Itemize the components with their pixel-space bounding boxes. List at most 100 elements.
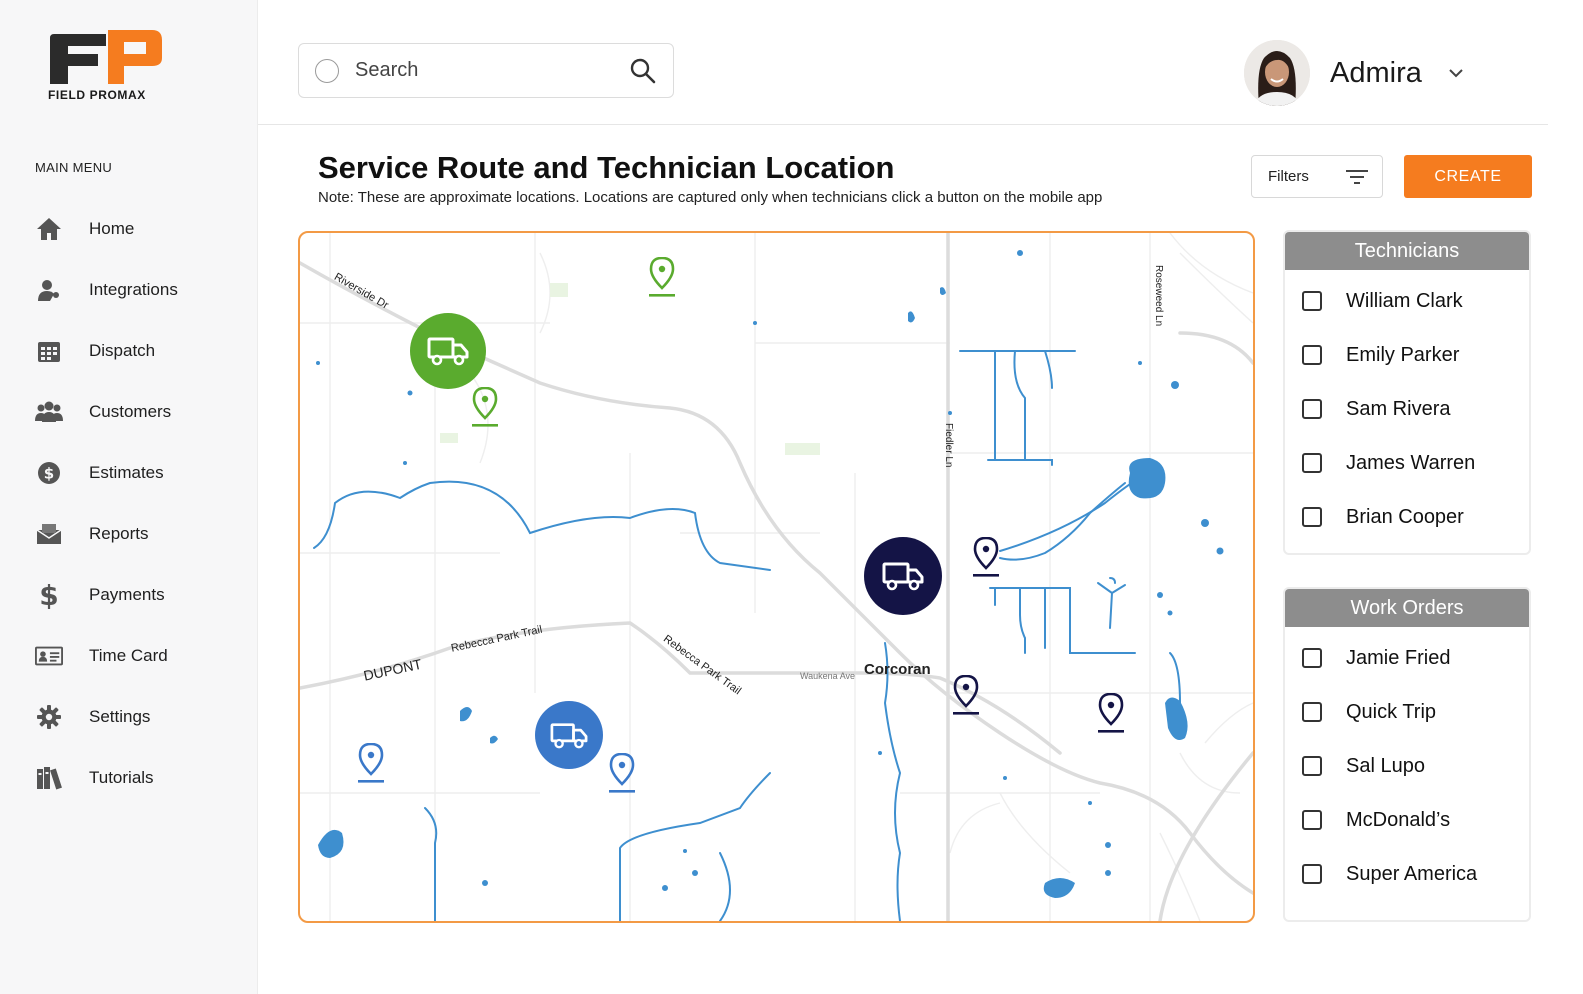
work-order-item[interactable]: McDonald’s	[1285, 793, 1529, 847]
sidebar-item-label: Payments	[89, 584, 165, 604]
sidebar-item-label: Dispatch	[89, 340, 156, 360]
sidebar-item-dispatch[interactable]: Dispatch	[0, 320, 258, 381]
field-promax-logo[interactable]: FIELD PROMAX	[48, 28, 168, 104]
dollar-icon: $	[35, 581, 63, 609]
checkbox[interactable]	[1302, 399, 1322, 419]
truck-icon	[427, 337, 469, 366]
sidebar-item-reports[interactable]: Reports	[0, 503, 258, 564]
work-order-item[interactable]: Jamie Fried	[1285, 631, 1529, 685]
search-radio[interactable]	[315, 58, 339, 83]
map-label-waukena: Waukena Ave	[800, 671, 856, 681]
map-label-corcoran: Corcoran	[864, 661, 931, 678]
technician-name: James Warren	[1346, 451, 1476, 474]
sidebar-item-label: Home	[89, 218, 135, 238]
work-orders-list: Jamie Fried Quick Trip Sal Lupo McDonald…	[1285, 627, 1529, 901]
svg-text:$: $	[39, 581, 58, 609]
dollar-circle-icon: $	[35, 459, 63, 487]
map-label-roseweed: Roseweed Ln	[1153, 265, 1164, 327]
checkbox[interactable]	[1302, 648, 1322, 668]
search-input[interactable]	[355, 59, 629, 82]
work-order-item[interactable]: Sal Lupo	[1285, 739, 1529, 793]
checkbox[interactable]	[1302, 345, 1322, 365]
map-view[interactable]: Riverside Dr Rebecca Park Trail Rebecca …	[298, 231, 1255, 923]
work-order-name: Jamie Fried	[1346, 646, 1451, 669]
technician-item[interactable]: Sam Rivera	[1285, 382, 1529, 436]
user-profile[interactable]: Admira	[1244, 40, 1466, 106]
sidebar-item-integrations[interactable]: Integrations	[0, 259, 258, 320]
gear-icon	[35, 703, 63, 731]
work-order-name: Super America	[1346, 862, 1478, 885]
work-order-name: Quick Trip	[1346, 700, 1437, 723]
filters-button[interactable]: Filters	[1251, 155, 1383, 198]
location-pin-icon[interactable]	[649, 257, 675, 297]
sidebar-item-time-card[interactable]: Time Card	[0, 625, 258, 686]
technician-item[interactable]: Emily Parker	[1285, 328, 1529, 382]
location-pin-icon[interactable]	[953, 675, 979, 715]
sidebar-item-label: Estimates	[89, 462, 164, 482]
location-pin-icon[interactable]	[609, 753, 635, 793]
work-orders-header: Work Orders	[1285, 589, 1529, 627]
sidebar-item-tutorials[interactable]: Tutorials	[0, 747, 258, 808]
work-order-name: McDonald’s	[1346, 808, 1451, 831]
technicians-list: William Clark Emily Parker Sam Rivera Ja…	[1285, 270, 1529, 544]
map-label-fiedler: Fiedler Ln	[943, 423, 954, 468]
books-icon	[35, 764, 63, 792]
location-pin-icon[interactable]	[472, 387, 498, 427]
checkbox[interactable]	[1302, 291, 1322, 311]
page-note: Note: These are approximate locations. L…	[318, 189, 1103, 206]
work-orders-panel: Work Orders Jamie Fried Quick Trip Sal L…	[1283, 587, 1531, 922]
checkbox[interactable]	[1302, 453, 1322, 473]
truck-marker-green[interactable]	[410, 313, 486, 389]
app: FIELD PROMAX MAIN MENU Home Integrations	[0, 0, 1583, 994]
location-pin-icon[interactable]	[973, 537, 999, 577]
chevron-down-icon[interactable]	[1446, 63, 1466, 83]
truck-marker-blue[interactable]	[535, 701, 603, 769]
main-menu: Home Integrations Dispatch Customers $ E…	[0, 198, 258, 808]
truck-icon	[550, 722, 588, 748]
fp-logo-icon	[50, 30, 162, 84]
sidebar-item-home[interactable]: Home	[0, 198, 258, 259]
sidebar-item-label: Settings	[89, 706, 151, 726]
location-pin-icon[interactable]	[1098, 693, 1124, 733]
technician-item[interactable]: Brian Cooper	[1285, 490, 1529, 544]
calendar-icon	[35, 337, 63, 365]
sidebar: FIELD PROMAX MAIN MENU Home Integrations	[0, 0, 258, 994]
avatar[interactable]	[1244, 40, 1310, 106]
sidebar-item-customers[interactable]: Customers	[0, 381, 258, 442]
technician-name: Brian Cooper	[1346, 505, 1464, 528]
work-order-item[interactable]: Quick Trip	[1285, 685, 1529, 739]
sidebar-item-settings[interactable]: Settings	[0, 686, 258, 747]
customers-icon	[35, 398, 63, 426]
technician-name: Sam Rivera	[1346, 397, 1451, 420]
technicians-panel: Technicians William Clark Emily Parker S…	[1283, 230, 1531, 555]
search-icon[interactable]	[629, 57, 657, 85]
checkbox[interactable]	[1302, 810, 1322, 830]
create-button[interactable]: CREATE	[1404, 155, 1532, 198]
work-order-name: Sal Lupo	[1346, 754, 1425, 777]
sidebar-item-payments[interactable]: $ Payments	[0, 564, 258, 625]
filters-label: Filters	[1268, 168, 1309, 185]
svg-text:$: $	[44, 464, 54, 482]
work-order-item[interactable]: Super America	[1285, 847, 1529, 901]
checkbox[interactable]	[1302, 756, 1322, 776]
checkbox[interactable]	[1302, 864, 1322, 884]
technician-item[interactable]: William Clark	[1285, 274, 1529, 328]
truck-marker-navy[interactable]	[864, 537, 942, 615]
envelope-icon	[35, 520, 63, 548]
search-box[interactable]	[298, 43, 674, 98]
technician-name: William Clark	[1346, 289, 1463, 312]
sidebar-item-estimates[interactable]: $ Estimates	[0, 442, 258, 503]
technician-item[interactable]: James Warren	[1285, 436, 1529, 490]
header-divider	[258, 124, 1548, 125]
checkbox[interactable]	[1302, 702, 1322, 722]
id-card-icon	[35, 642, 63, 670]
truck-icon	[882, 562, 924, 591]
username[interactable]: Admira	[1330, 57, 1422, 90]
home-icon	[35, 215, 63, 243]
sidebar-item-label: Customers	[89, 401, 172, 421]
checkbox[interactable]	[1302, 507, 1322, 527]
sidebar-item-label: Time Card	[89, 645, 168, 665]
technician-name: Emily Parker	[1346, 343, 1460, 366]
location-pin-icon[interactable]	[358, 743, 384, 783]
technicians-header: Technicians	[1285, 232, 1529, 270]
